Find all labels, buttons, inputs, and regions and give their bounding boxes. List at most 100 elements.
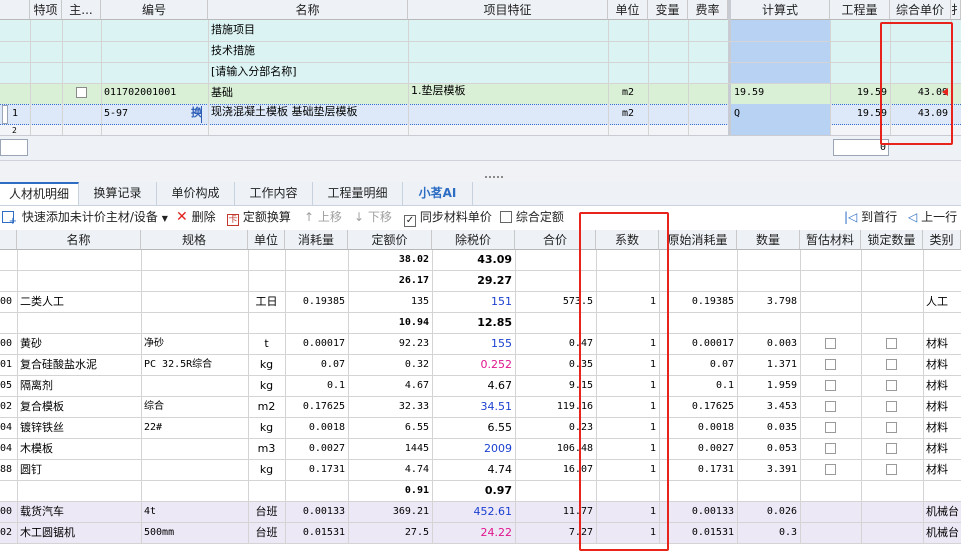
main-checkbox[interactable]	[76, 87, 87, 98]
row-name[interactable]: [请输入分部名称]	[208, 62, 408, 82]
cell-orig-consumption[interactable]: 0.0018	[659, 418, 737, 438]
cell-consumption[interactable]: 0.01531	[285, 523, 348, 543]
cell-tax-excl-price[interactable]: 4.67	[432, 376, 515, 396]
table-row[interactable]: 38.02 43.09	[0, 250, 961, 271]
cell-unit[interactable]: kg	[248, 460, 285, 480]
cell-quota-price[interactable]: 32.33	[348, 397, 432, 417]
cell-quota-price[interactable]: 135	[348, 292, 432, 312]
table-row[interactable]: 000二类人工工日0.19385135151573.510.193853.798…	[0, 292, 961, 313]
cell-code[interactable]: 002	[0, 397, 17, 417]
cell-spec[interactable]: 综合	[141, 397, 248, 417]
row-unit[interactable]: m2	[608, 83, 648, 103]
cell-category[interactable]: 材料	[923, 334, 961, 354]
table-row[interactable]: 0.91 0.97	[0, 481, 961, 502]
composite-checkbox[interactable]	[500, 211, 512, 223]
cell-tax-excl-price[interactable]: 0.97	[432, 481, 515, 501]
col-header-code[interactable]: 编号	[101, 0, 208, 20]
table-row[interactable]: 004木模板m30.002714452009106.4810.00270.053…	[0, 439, 961, 460]
table-row[interactable]: 188圆钉kg0.17314.744.7416.0710.17313.391材料	[0, 460, 961, 481]
col-header-rate[interactable]: 费率	[688, 0, 728, 20]
cell-category[interactable]: 机械台	[923, 523, 961, 543]
cell-spec[interactable]: 22#	[141, 418, 248, 438]
summary-input-left[interactable]	[0, 139, 28, 156]
cell-amount[interactable]: 0.035	[737, 418, 800, 438]
row-code[interactable]: 5-97	[101, 104, 191, 124]
cell-unit[interactable]: m2	[248, 397, 285, 417]
cell-category[interactable]: 机械台	[923, 502, 961, 522]
cell-consumption[interactable]: 0.1	[285, 376, 348, 396]
cell-name[interactable]: 隔离剂	[17, 376, 141, 396]
table-row[interactable]: 002木工圆锯机500mm台班0.0153127.524.227.2710.01…	[0, 523, 961, 544]
provisional-checkbox[interactable]	[825, 464, 836, 475]
cell-consumption[interactable]: 0.1731	[285, 460, 348, 480]
cell-quota-price[interactable]: 369.21	[348, 502, 432, 522]
cell-name[interactable]: 圆钉	[17, 460, 141, 480]
row-name[interactable]: 措施项目	[208, 20, 408, 40]
cell-spec[interactable]: 4t	[141, 502, 248, 522]
lock-qty-checkbox[interactable]	[886, 464, 897, 475]
cell-tax-excl-price[interactable]: 29.27	[432, 271, 515, 291]
cell-code[interactable]: 000	[0, 502, 17, 522]
col-header-provisional[interactable]: 暂估材料	[800, 230, 861, 250]
cell-name[interactable]: 镀锌铁丝	[17, 418, 141, 438]
table-row[interactable]: 001复合硅酸盐水泥PC 32.5R综合kg0.070.320.2520.351…	[0, 355, 961, 376]
cell-unit[interactable]: kg	[248, 376, 285, 396]
tab-quantity-detail[interactable]: 工程量明细	[313, 182, 403, 205]
cell-consumption[interactable]: 0.00017	[285, 334, 348, 354]
cell-unit[interactable]: 工日	[248, 292, 285, 312]
cell-amount[interactable]: 1.371	[737, 355, 800, 375]
cell-code[interactable]: 000	[0, 292, 17, 312]
cell-tax-excl-price[interactable]: 12.85	[432, 313, 515, 333]
provisional-checkbox[interactable]	[825, 338, 836, 349]
row-formula[interactable]: Q	[731, 104, 830, 124]
cell-code[interactable]: 188	[0, 460, 17, 480]
cell-unit[interactable]: 台班	[248, 523, 285, 543]
cell-tax-excl-price[interactable]: 6.55	[432, 418, 515, 438]
cell-name[interactable]: 载货汽车	[17, 502, 141, 522]
cell-tax-excl-price[interactable]: 43.09	[432, 250, 515, 270]
move-up-button[interactable]: ↑ 上移	[304, 208, 342, 226]
sync-price-toggle[interactable]: ✓ 同步材料单价	[404, 208, 492, 227]
lock-qty-checkbox[interactable]	[886, 401, 897, 412]
cell-category[interactable]: 材料	[923, 376, 961, 396]
tab-conversion-records[interactable]: 换算记录	[79, 182, 157, 205]
lock-qty-checkbox[interactable]	[886, 422, 897, 433]
col-header-consumption[interactable]: 消耗量	[285, 230, 348, 250]
cell-amount[interactable]: 3.453	[737, 397, 800, 417]
col-header-unit-price[interactable]: 综合单价	[890, 0, 951, 20]
table-row[interactable]: 10.94 12.85	[0, 313, 961, 334]
table-row[interactable]: 26.17 29.27	[0, 271, 961, 292]
cell-unit[interactable]: kg	[248, 418, 285, 438]
col-header-code[interactable]	[0, 230, 17, 250]
lock-qty-checkbox[interactable]	[886, 338, 897, 349]
cell-tax-excl-price[interactable]: 452.61	[432, 502, 515, 522]
cell-orig-consumption[interactable]: 0.0027	[659, 439, 737, 459]
cell-name[interactable]: 木模板	[17, 439, 141, 459]
cell-orig-consumption[interactable]: 0.1731	[659, 460, 737, 480]
cell-unit[interactable]: t	[248, 334, 285, 354]
col-header-more[interactable]: 扌	[951, 0, 961, 20]
tab-labor-material-machine[interactable]: 人材机明细	[0, 182, 79, 205]
cell-code[interactable]: 005	[0, 376, 17, 396]
cell-name[interactable]: 复合硅酸盐水泥	[17, 355, 141, 375]
cell-spec[interactable]: PC 32.5R综合	[141, 355, 248, 375]
tab-ai-assistant[interactable]: 小茗AI	[403, 182, 473, 205]
col-header-amount[interactable]: 数量	[737, 230, 800, 250]
provisional-checkbox[interactable]	[825, 422, 836, 433]
cell-orig-consumption[interactable]: 0.19385	[659, 292, 737, 312]
lock-qty-checkbox[interactable]	[886, 443, 897, 454]
cell-code[interactable]: 004	[0, 439, 17, 459]
row-code[interactable]: 011702001001	[101, 83, 208, 103]
row-name[interactable]: 现浇混凝土模板 基础垫层模板	[208, 102, 408, 122]
cell-category[interactable]: 人工	[923, 292, 961, 312]
cell-tax-excl-price[interactable]: 155	[432, 334, 515, 354]
col-header-tax-excl-price[interactable]: 除税价	[432, 230, 515, 250]
cell-quota-price[interactable]: 4.74	[348, 460, 432, 480]
cell-category[interactable]: 材料	[923, 460, 961, 480]
cell-amount[interactable]: 0.026	[737, 502, 800, 522]
row-unit[interactable]: m2	[608, 104, 648, 124]
cell-category[interactable]: 材料	[923, 397, 961, 417]
col-header-formula[interactable]: 计算式	[731, 0, 830, 20]
col-header-unit[interactable]: 单位	[608, 0, 648, 20]
row-formula[interactable]: 19.59	[731, 83, 830, 103]
